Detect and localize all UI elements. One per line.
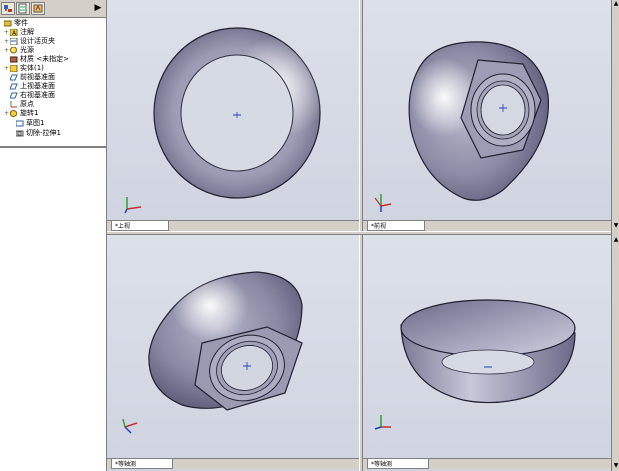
tree-item-label: 右视基准面 [20, 91, 55, 99]
scroll-up-icon[interactable]: ▲ [612, 236, 619, 244]
configuration-icon [33, 4, 43, 13]
viewport-tab[interactable]: *等轴测 [111, 458, 173, 469]
tree-item-label: 注解 [20, 28, 34, 36]
feature-tree: 零件 + A 注解 + 设计活页夹 + 光源 材质 <未指定> + 实体(1) 前视基准面… [0, 18, 106, 146]
feature-manager-panel: ▶ 零件 + A 注解 + 设计活页夹 + 光源 材质 <未指定> + 实体(1) 前视基… [0, 0, 107, 471]
scroll-up-icon[interactable]: ▲ [612, 0, 619, 8]
solid-bodies-icon [10, 64, 18, 72]
tree-item-label: 设计活页夹 [20, 37, 55, 45]
feature-manager-tab[interactable] [1, 2, 15, 15]
model-view-isometric-top[interactable] [363, 235, 611, 471]
origin-icon [10, 100, 17, 107]
scroll-down-icon[interactable]: ▼ [612, 222, 619, 230]
sketch-icon [16, 120, 24, 126]
tree-item-label: 光源 [20, 46, 34, 54]
viewport-tab[interactable]: *等轴测 [367, 458, 429, 469]
tree-item-label: 材质 <未指定> [20, 55, 69, 63]
viewport-vertical-splitter[interactable] [359, 0, 363, 471]
feature-tree-icon [4, 5, 12, 12]
triad-icon [374, 194, 392, 212]
triad-icon [124, 197, 142, 214]
tree-item-cut-extrude[interactable]: 切除-拉伸1 [16, 128, 61, 138]
tree-item-label: 前视基准面 [20, 73, 55, 81]
vertical-scrollbar[interactable]: ▲ ▼ ▲ ▼ [611, 0, 619, 471]
panel-expand-icon[interactable]: ▶ [93, 3, 103, 13]
model-view-isometric-bottom[interactable] [107, 235, 359, 471]
annotations-icon: A [10, 28, 18, 36]
design-binder-icon [10, 37, 18, 45]
cut-extrude-icon [16, 130, 24, 136]
tree-item-label: 切除-拉伸1 [26, 129, 61, 137]
panel-empty-area [0, 148, 106, 471]
plane-icon [10, 83, 18, 89]
panel-tab-bar: ▶ [0, 0, 106, 18]
viewport-top-left[interactable]: *上视 [107, 0, 359, 231]
model-view-front[interactable] [363, 0, 611, 231]
configuration-manager-tab[interactable] [31, 2, 45, 15]
viewport-tab[interactable]: *前视 [367, 220, 425, 231]
viewport-top-right[interactable]: *前视 [363, 0, 611, 231]
tree-item-revolve[interactable]: + 旋转1 [4, 108, 38, 118]
tree-item-label: 草图1 [26, 119, 45, 127]
part-icon [4, 20, 12, 26]
tree-item-label: 上视基准面 [20, 82, 55, 90]
property-icon [18, 3, 27, 14]
tree-item-label: 原点 [20, 100, 34, 108]
tree-root-label: 零件 [14, 19, 28, 27]
lights-icon [10, 46, 17, 53]
viewport-tab[interactable]: *上视 [111, 220, 169, 231]
tree-item-label: 实体(1) [20, 64, 44, 72]
triad-icon [374, 415, 391, 430]
viewport-bottom-right[interactable]: *等轴测 [363, 235, 611, 471]
property-manager-tab[interactable] [16, 2, 30, 15]
revolve-icon [10, 109, 18, 117]
triad-icon [122, 418, 138, 434]
tree-item-label: 旋转1 [20, 109, 39, 117]
viewport-bottom-left[interactable]: *等轴测 [107, 235, 359, 471]
viewport-horizontal-splitter[interactable] [107, 231, 619, 235]
tree-item-sketch[interactable]: 草图1 [16, 118, 44, 128]
material-icon [10, 56, 18, 62]
plane-icon [10, 74, 18, 80]
scroll-down-icon[interactable]: ▼ [612, 462, 619, 470]
plane-icon [10, 92, 18, 98]
